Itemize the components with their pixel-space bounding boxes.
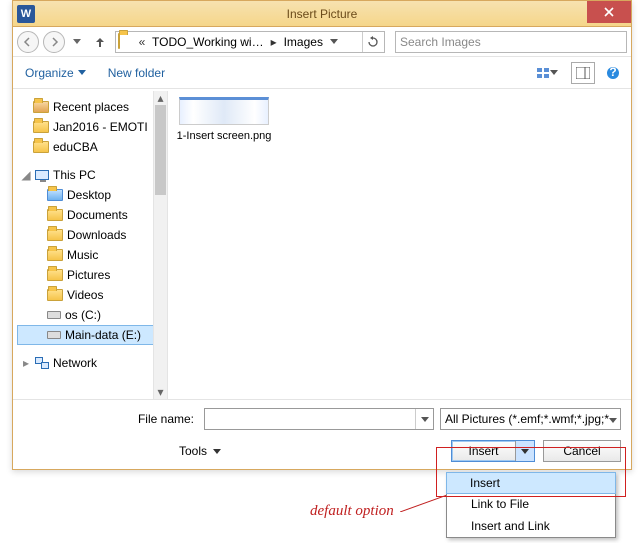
history-dropdown[interactable] (69, 31, 85, 53)
tree-recent-places[interactable]: Recent places (17, 97, 167, 117)
tree-this-pc[interactable]: ◢This PC (17, 165, 167, 185)
folder-icon (47, 289, 63, 301)
drive-icon (47, 331, 61, 339)
search-placeholder: Search Images (400, 35, 481, 49)
folder-icon (33, 141, 49, 153)
drive-icon (47, 311, 61, 319)
folder-icon (33, 121, 49, 133)
pc-icon (35, 170, 49, 180)
tree-main-data-e[interactable]: Main-data (E:) (17, 325, 167, 345)
scroll-up-icon[interactable]: ▴ (154, 91, 167, 105)
refresh-button[interactable] (362, 32, 382, 52)
chevron-down-icon (213, 449, 221, 454)
breadcrumb-seg-1[interactable]: TODO_Working wi… (150, 35, 266, 49)
close-button[interactable] (587, 1, 631, 23)
new-folder-button[interactable]: New folder (102, 63, 171, 83)
filename-label: File name: (23, 412, 198, 426)
scroll-down-icon[interactable]: ▾ (154, 385, 167, 399)
tree-desktop[interactable]: Desktop (17, 185, 167, 205)
menu-insert[interactable]: Insert (446, 472, 616, 494)
tree-pictures[interactable]: Pictures (17, 265, 167, 285)
nav-tree: Recent places Jan2016 - EMOTI eduCBA ◢Th… (13, 91, 168, 399)
expand-icon[interactable]: ◢ (21, 168, 31, 182)
toolbar: Organize New folder ? (13, 57, 631, 89)
back-button[interactable] (17, 31, 39, 53)
network-icon (35, 357, 49, 369)
breadcrumb-seg-2[interactable]: Images (282, 35, 325, 49)
chevron-down-icon (78, 70, 86, 75)
insert-split-button[interactable]: Insert (451, 440, 535, 462)
cancel-button[interactable]: Cancel (543, 440, 621, 462)
file-list[interactable]: 1-Insert screen.png (168, 91, 631, 399)
forward-button[interactable] (43, 31, 65, 53)
organize-button[interactable]: Organize (19, 63, 92, 83)
folder-icon (47, 189, 63, 201)
dialog-footer: File name: All Pictures (*.emf;*.wmf;*.j… (13, 399, 631, 469)
up-button[interactable] (89, 31, 111, 53)
folder-icon (33, 101, 49, 113)
insert-button[interactable]: Insert (452, 441, 516, 461)
address-bar[interactable]: « TODO_Working wi… ▸ Images (115, 31, 385, 53)
folder-icon (47, 249, 63, 261)
tree-jan2016[interactable]: Jan2016 - EMOTI (17, 117, 167, 137)
annotation-arrow (400, 494, 450, 512)
nav-bar: « TODO_Working wi… ▸ Images Search Image… (13, 27, 631, 57)
file-thumbnail (179, 97, 269, 125)
file-name: 1-Insert screen.png (174, 129, 274, 143)
tree-os-c[interactable]: os (C:) (17, 305, 167, 325)
folder-icon (47, 229, 63, 241)
file-item[interactable]: 1-Insert screen.png (174, 97, 274, 143)
chevron-down-icon (550, 70, 558, 75)
tree-videos[interactable]: Videos (17, 285, 167, 305)
address-history-dropdown[interactable] (327, 39, 341, 44)
preview-pane-button[interactable] (571, 62, 595, 84)
insert-dropdown-menu: Insert Link to File Insert and Link (446, 472, 616, 538)
search-input[interactable]: Search Images (395, 31, 627, 53)
folder-icon (118, 34, 134, 50)
folder-icon (47, 209, 63, 221)
svg-text:?: ? (609, 66, 616, 79)
tree-network[interactable]: ▸Network (17, 353, 167, 373)
chevron-right-icon[interactable]: ▸ (268, 35, 280, 49)
menu-link-to-file[interactable]: Link to File (447, 493, 615, 515)
tree-music[interactable]: Music (17, 245, 167, 265)
tree-educba[interactable]: eduCBA (17, 137, 167, 157)
insert-dropdown-toggle[interactable] (516, 441, 534, 461)
window-title: Insert Picture (13, 7, 631, 21)
view-options-button[interactable] (529, 62, 565, 84)
filename-input[interactable] (204, 408, 434, 430)
annotation-label: default option (310, 503, 394, 520)
insert-picture-dialog: W Insert Picture « TODO_Working wi… ▸ Im… (12, 0, 632, 470)
tree-scrollbar[interactable]: ▴ ▾ (153, 91, 167, 399)
title-bar: W Insert Picture (13, 1, 631, 27)
scroll-thumb[interactable] (155, 105, 166, 195)
tree-downloads[interactable]: Downloads (17, 225, 167, 245)
file-type-filter[interactable]: All Pictures (*.emf;*.wmf;*.jpg;* (440, 408, 621, 430)
filename-history-dropdown[interactable] (415, 409, 433, 429)
breadcrumb-prefix: « (136, 35, 148, 49)
tree-documents[interactable]: Documents (17, 205, 167, 225)
menu-insert-and-link[interactable]: Insert and Link (447, 515, 615, 537)
word-app-icon: W (17, 5, 35, 23)
help-button[interactable]: ? (601, 62, 625, 84)
folder-icon (47, 269, 63, 281)
tools-button[interactable]: Tools (173, 441, 227, 461)
expand-icon[interactable]: ▸ (21, 356, 31, 370)
chevron-down-icon (609, 412, 617, 426)
